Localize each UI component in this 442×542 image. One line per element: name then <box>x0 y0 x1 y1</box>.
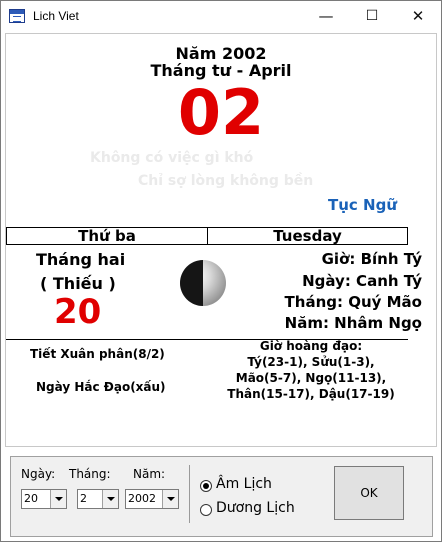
day-number: 02 <box>177 76 265 149</box>
auspicious-hours-line: Mão(5-7), Ngọ(11-13), <box>235 371 387 385</box>
auspicious-hours-title: Giờ hoàng đạo: <box>259 339 363 353</box>
ok-button[interactable]: OK <box>334 466 404 520</box>
chevron-down-icon[interactable] <box>50 490 66 508</box>
proverb-line-1: Không có việc gì khó <box>90 150 254 166</box>
weekday-english: Tuesday <box>273 227 342 245</box>
day-canchi: Ngày: Canh Tý <box>302 272 422 290</box>
month-label: Tháng: <box>69 467 111 481</box>
calendar-panel: Năm 2002 Tháng tư - April 02 Không có vi… <box>5 33 437 447</box>
day-select-value: 20 <box>24 492 38 505</box>
chevron-down-icon[interactable] <box>102 490 118 508</box>
day-quality: Ngày Hắc Đạo(xấu) <box>36 380 166 394</box>
vertical-separator <box>189 465 190 523</box>
minimize-button[interactable]: — <box>303 1 349 31</box>
title-bar: Lich Viet — ☐ ✕ <box>1 1 441 31</box>
weekday-vietnamese: Thứ ba <box>78 227 136 245</box>
weekday-bar: Thứ ba Tuesday <box>6 227 408 245</box>
app-icon <box>9 9 25 23</box>
moon-phase-icon <box>180 260 226 306</box>
day-select[interactable]: 20 <box>21 489 67 509</box>
lunar-day: 20 <box>54 292 102 332</box>
solar-radio[interactable] <box>200 504 212 516</box>
month-select-value: 2 <box>80 492 87 505</box>
year-label: Năm: <box>133 467 166 481</box>
hour-canchi: Giờ: Bính Tý <box>321 250 422 268</box>
solar-radio-label[interactable]: Dương Lịch <box>216 500 295 516</box>
close-button[interactable]: ✕ <box>395 1 441 31</box>
lunar-radio-label[interactable]: Âm Lịch <box>216 476 272 492</box>
month-canchi: Tháng: Quý Mão <box>284 293 422 311</box>
year-select-value: 2002 <box>128 492 156 505</box>
auspicious-hours-line: Tý(23-1), Sửu(1-3), <box>247 355 375 369</box>
chevron-down-icon[interactable] <box>162 490 178 508</box>
day-label: Ngày: <box>21 467 56 481</box>
moon-shadow <box>180 260 203 306</box>
window-title: Lich Viet <box>33 9 79 23</box>
proverb-label: Tục Ngữ <box>328 196 397 214</box>
year-select[interactable]: 2002 <box>125 489 179 509</box>
auspicious-hours-line: Thân(15-17), Dậu(17-19) <box>227 387 395 401</box>
year-canchi: Năm: Nhâm Ngọ <box>284 314 422 332</box>
lunar-month-size: ( Thiếu ) <box>40 274 116 293</box>
lunar-radio[interactable] <box>200 480 212 492</box>
solar-term: Tiết Xuân phân(8/2) <box>30 347 165 361</box>
app-window: Lich Viet — ☐ ✕ Năm 2002 Tháng tư - Apri… <box>0 0 442 542</box>
proverb-line-2: Chỉ sợ lòng không bền <box>138 173 314 189</box>
lunar-month: Tháng hai <box>36 250 126 269</box>
month-select[interactable]: 2 <box>77 489 119 509</box>
maximize-button[interactable]: ☐ <box>349 1 395 31</box>
date-selector-panel: Ngày: Tháng: Năm: 20 2 2002 Âm Lịch Dươn… <box>10 456 433 537</box>
